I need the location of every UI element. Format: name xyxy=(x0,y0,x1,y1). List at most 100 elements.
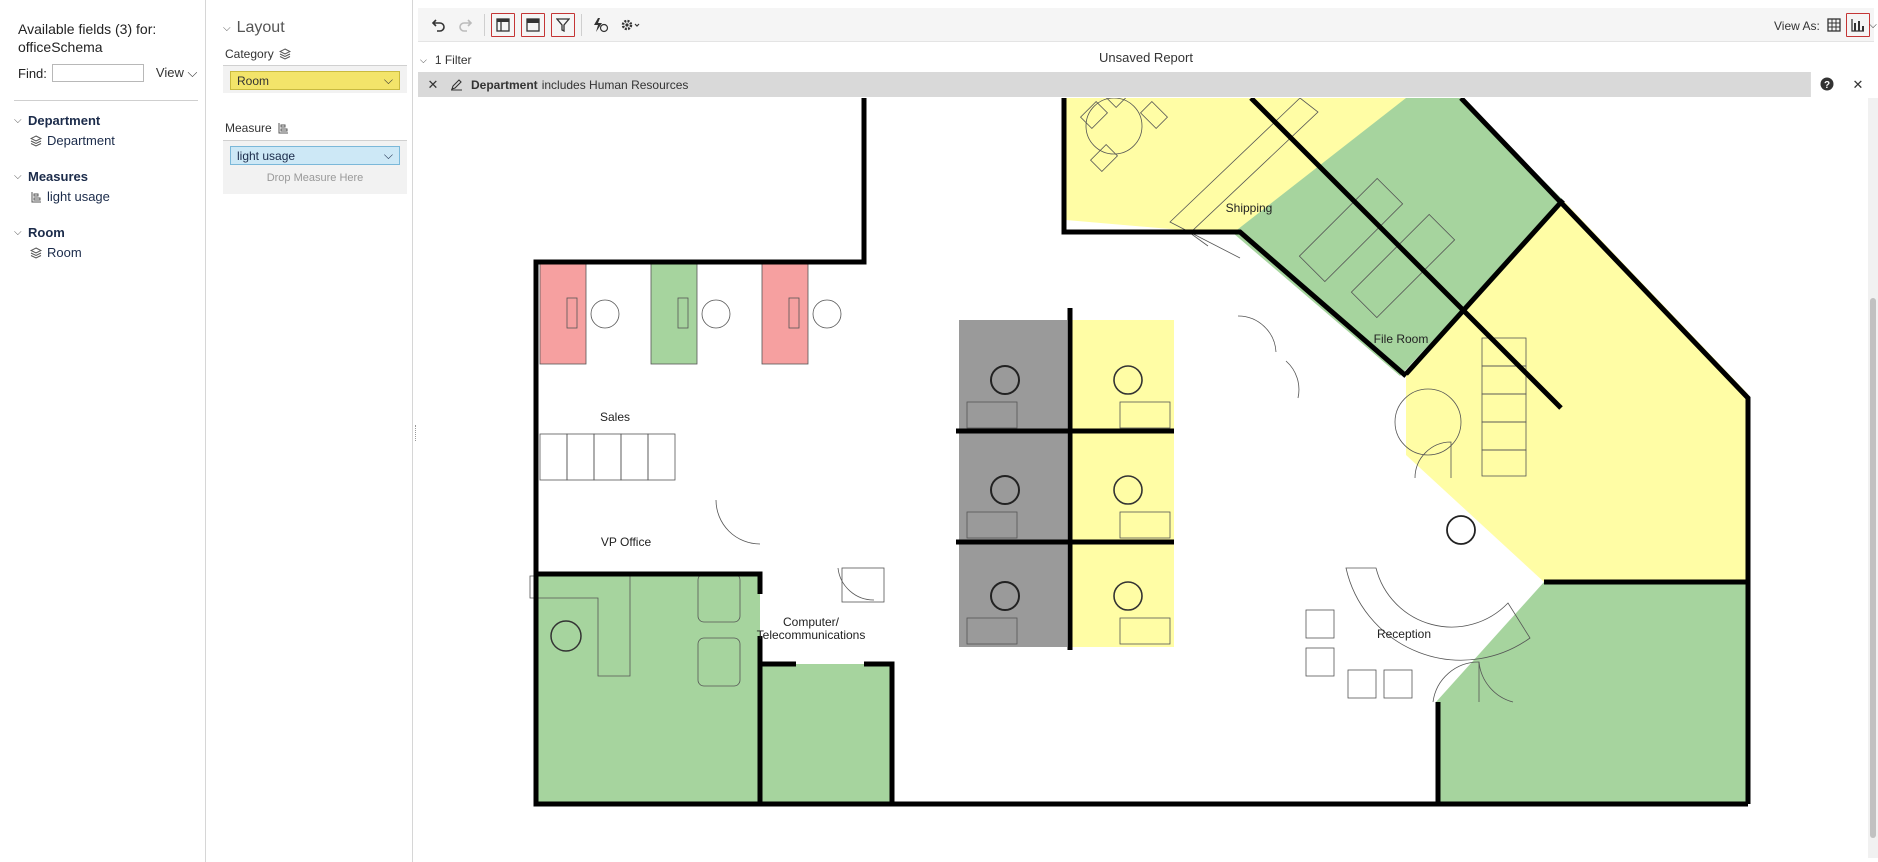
view-dropdown[interactable]: View ⌵ xyxy=(156,65,197,81)
group-label: Measures xyxy=(28,169,88,184)
dimension-icon xyxy=(30,246,42,259)
view-as-label: View As: xyxy=(1774,19,1820,33)
cubicle-gray-3[interactable] xyxy=(959,542,1067,647)
filter-text: includes Human Resources xyxy=(541,77,689,92)
chevron-down-icon: ⌵ xyxy=(223,22,231,34)
desk-red-2[interactable] xyxy=(761,263,809,365)
chevron-down-icon: ⌵ xyxy=(14,227,22,238)
chevron-down-icon: ⌵ xyxy=(1869,19,1877,31)
field-label: Department xyxy=(47,133,115,148)
auto-refresh-icon xyxy=(594,18,609,33)
measure-label: Measure xyxy=(225,121,289,135)
label-reception: Reception xyxy=(1377,627,1431,641)
chart-view-icon xyxy=(1851,19,1864,32)
desk-red-1[interactable] xyxy=(539,263,587,365)
find-row: Find: View ⌵ xyxy=(18,64,197,82)
tree-head-measures[interactable]: ⌵ Measures xyxy=(14,169,110,184)
view-label: View xyxy=(155,65,184,80)
desk-green[interactable] xyxy=(650,263,698,365)
tree-head-room[interactable]: ⌵ Room xyxy=(14,225,82,240)
available-fields-panel: Available fields (3) for: officeSchema F… xyxy=(0,0,206,862)
layout-title: Layout xyxy=(236,19,285,36)
label-file-room: File Room xyxy=(1374,332,1429,346)
undo-button[interactable] xyxy=(426,13,450,37)
toolbar: View As: ⌵ xyxy=(418,8,1877,42)
redo-button[interactable] xyxy=(454,13,478,37)
vertical-scrollbar[interactable] xyxy=(1868,98,1878,858)
measure-icon xyxy=(278,123,288,134)
chevron-down-icon[interactable]: ⌵ xyxy=(384,148,393,163)
measure-pill[interactable]: light usage ⌵ xyxy=(230,146,400,165)
close-filter-panel[interactable]: ✕ xyxy=(1842,72,1874,97)
switch-layout-icon xyxy=(496,18,510,32)
measure-label-text: Measure xyxy=(225,121,272,135)
field-room[interactable]: Room xyxy=(30,245,82,260)
edit-filter-icon[interactable] xyxy=(450,78,463,91)
undo-icon xyxy=(431,19,445,32)
dimension-icon xyxy=(278,48,291,60)
cubicle-gray-1[interactable] xyxy=(959,320,1067,431)
group-label: Room xyxy=(28,225,65,240)
tree-group-department: ⌵ Department Department xyxy=(14,113,115,148)
dimension-icon xyxy=(30,134,42,147)
filter-field: Department xyxy=(471,77,538,92)
room-vp-office[interactable] xyxy=(536,574,760,802)
category-label: Category xyxy=(225,47,291,61)
table-layout-icon xyxy=(526,18,540,32)
switch-layout-button[interactable] xyxy=(491,13,515,37)
tree-group-room: ⌵ Room Room xyxy=(14,225,82,260)
layout-toggle[interactable]: ⌵ Layout xyxy=(223,19,285,37)
chart-type-dropdown[interactable]: ⌵ xyxy=(1866,13,1878,37)
chevron-down-icon[interactable]: ⌵ xyxy=(384,73,393,88)
label-shipping: Shipping xyxy=(1226,201,1273,215)
measure-value: light usage xyxy=(237,148,296,163)
category-value: Room xyxy=(237,73,270,88)
filter-icon xyxy=(556,18,570,32)
fields-title: Available fields (3) for: officeSchema xyxy=(18,21,157,55)
category-pill[interactable]: Room ⌵ xyxy=(230,71,400,90)
table-view-button[interactable] xyxy=(1822,13,1846,37)
field-department[interactable]: Department xyxy=(30,133,115,148)
find-label: Find: xyxy=(18,65,47,81)
group-label: Department xyxy=(28,113,101,128)
filter-help[interactable]: ? xyxy=(1810,72,1842,97)
cubicle-yellow-3[interactable] xyxy=(1068,542,1174,647)
category-label-text: Category xyxy=(225,47,274,61)
settings-icon xyxy=(621,19,640,31)
scrollbar-thumb[interactable] xyxy=(1870,298,1876,838)
filter-button[interactable] xyxy=(551,13,575,37)
toolbar-separator xyxy=(484,14,485,36)
chevron-down-icon: ⌵ xyxy=(14,171,22,182)
report-title: Unsaved Report xyxy=(1099,50,1193,65)
report-area: View As: ⌵ ⌵ 1 Filter Unsaved Report ✕ D… xyxy=(414,0,1878,862)
remove-filter-icon[interactable]: ✕ xyxy=(424,77,442,93)
cubicle-yellow-1[interactable] xyxy=(1068,320,1174,431)
field-label: light usage xyxy=(47,189,110,204)
close-icon: ✕ xyxy=(1852,77,1864,92)
help-icon: ? xyxy=(1820,77,1834,91)
cubicle-yellow-2[interactable] xyxy=(1068,431,1174,542)
field-light-usage[interactable]: light usage xyxy=(30,189,110,204)
label-computer-line1: Computer/ xyxy=(783,615,840,629)
cubicle-gray-2[interactable] xyxy=(959,431,1067,542)
toolbar-separator xyxy=(581,14,582,36)
auto-refresh-button[interactable] xyxy=(588,13,612,37)
label-sales: Sales xyxy=(600,410,630,424)
room-computer-telecom[interactable] xyxy=(760,664,892,802)
measure-drop-zone[interactable]: light usage ⌵ Drop Measure Here xyxy=(223,140,407,194)
filter-row: ✕ Department includes Human Resources ? … xyxy=(418,72,1874,97)
find-input[interactable] xyxy=(51,64,144,82)
room-reception[interactable] xyxy=(1436,582,1748,804)
label-vp-office: VP Office xyxy=(601,535,652,549)
category-drop-zone[interactable]: Room ⌵ xyxy=(223,65,407,93)
redo-icon xyxy=(459,19,473,32)
drop-measure-hint: Drop Measure Here xyxy=(266,172,364,184)
settings-dropdown[interactable] xyxy=(616,13,646,37)
table-layout-button[interactable] xyxy=(521,13,545,37)
tree-head-department[interactable]: ⌵ Department xyxy=(14,113,115,128)
layout-panel: ⌵ Layout Category Room ⌵ Measure light us… xyxy=(207,0,413,862)
svg-text:?: ? xyxy=(1824,80,1830,91)
floorplan-chart: Shipping File Room Sales VP Office Compu… xyxy=(529,98,1751,807)
table-view-icon xyxy=(1827,18,1841,32)
chevron-down-icon: ⌵ xyxy=(187,65,198,80)
